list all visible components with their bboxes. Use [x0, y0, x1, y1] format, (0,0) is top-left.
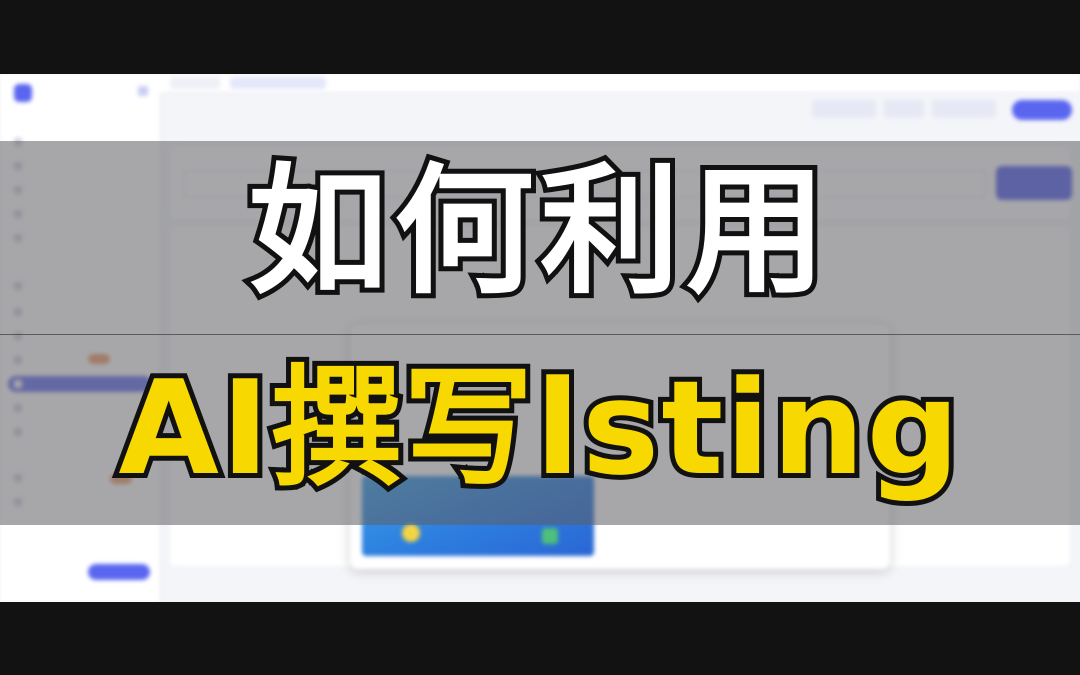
toolbar-action[interactable] — [932, 100, 996, 118]
app-logo-icon — [14, 84, 32, 102]
rocket-icon — [402, 524, 420, 542]
band-divider — [0, 334, 1080, 335]
letterbox-top — [0, 0, 1080, 74]
toolbar-action[interactable] — [812, 100, 876, 118]
video-title-line-1: 如何利用 — [243, 146, 832, 319]
leaf-icon — [542, 528, 558, 544]
video-title-line-2: AI撰写lsting — [113, 347, 964, 509]
letterbox-bottom — [0, 602, 1080, 675]
sidebar-collapse-icon[interactable] — [138, 86, 148, 96]
upgrade-button[interactable] — [88, 564, 150, 580]
top-tab-active[interactable] — [230, 77, 326, 89]
toolbar-action[interactable] — [884, 100, 924, 118]
top-tab[interactable] — [170, 77, 220, 89]
top-tab-bar — [160, 74, 1080, 93]
primary-action-button[interactable] — [1012, 100, 1072, 120]
